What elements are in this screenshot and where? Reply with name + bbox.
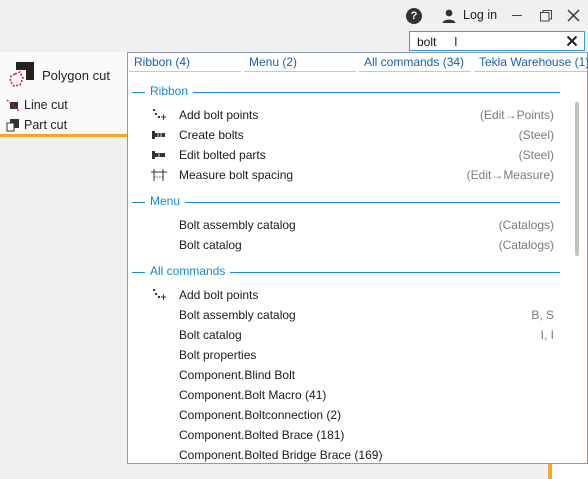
list-item[interactable]: Add bolt points (Edit→Points) [128,105,558,125]
part-cut-icon [6,119,19,132]
tab-menu[interactable]: Menu (2) [244,54,356,72]
edit-bolted-parts-icon [152,151,165,159]
list-item[interactable]: Component.Bolted Bridge Brace (169) [128,445,558,465]
polygon-cut-icon [9,62,34,87]
close-window-icon[interactable] [567,9,580,22]
polygon-cut-button[interactable]: Polygon cut [6,58,110,92]
title-bar: ? Log in [0,0,588,32]
list-item[interactable]: Component.Bolt Macro (41) [128,385,558,405]
section-header-all-commands: All commands [132,264,560,278]
bolt-points-icon [153,109,166,120]
search-results-panel: Ribbon (4) Menu (2) All commands (34) Te… [127,52,588,464]
create-bolts-icon [152,131,165,139]
bolt-points-icon [153,289,166,300]
list-item[interactable]: Bolt assembly catalog B, S [128,305,558,325]
line-cut-button[interactable]: Line cut [6,98,68,112]
line-cut-label: Line cut [24,98,68,112]
search-value: bolt [417,35,437,49]
tab-ribbon[interactable]: Ribbon (4) [129,54,241,72]
results-scrollbar[interactable] [572,74,586,463]
list-item[interactable]: Edit bolted parts (Steel) [128,145,558,165]
result-tabs: Ribbon (4) Menu (2) All commands (34) Te… [128,53,588,73]
user-icon[interactable] [440,7,458,25]
polygon-cut-label: Polygon cut [42,67,110,83]
line-cut-icon [6,99,20,112]
help-icon[interactable]: ? [406,8,422,24]
list-item[interactable]: Component.Boltconnection (2) [128,405,558,425]
login-button[interactable]: Log in [463,8,497,22]
scrollbar-thumb[interactable] [575,102,579,256]
section-header-ribbon: Ribbon [132,84,560,98]
text-cursor-icon: I [454,34,458,49]
list-item[interactable]: Bolt properties [128,345,558,365]
clear-search-icon[interactable] [566,35,578,47]
part-cut-label: Part cut [24,118,68,132]
list-item[interactable]: Measure bolt spacing (Edit→Measure) [128,165,558,185]
minimize-icon[interactable] [512,15,522,16]
tab-all-commands[interactable]: All commands (34) [359,54,471,72]
list-item[interactable]: Add bolt points [128,285,558,305]
tab-tekla-warehouse[interactable]: Tekla Warehouse (1) [474,54,588,72]
list-item[interactable]: Component.Blind Bolt [128,365,558,385]
measure-bolt-spacing-icon [151,169,167,181]
list-item[interactable]: Bolt catalog I, I [128,325,558,345]
list-item[interactable]: Component.Bolted Brace (181) [128,425,558,445]
list-item[interactable]: Bolt catalog (Catalogs) [128,235,558,255]
restore-icon[interactable] [540,10,552,22]
section-header-menu: Menu [132,194,560,208]
list-item[interactable]: Bolt assembly catalog (Catalogs) [128,215,558,235]
list-item[interactable]: Create bolts (Steel) [128,125,558,145]
part-cut-button[interactable]: Part cut [6,118,67,132]
search-input[interactable]: bolt I [409,31,585,51]
